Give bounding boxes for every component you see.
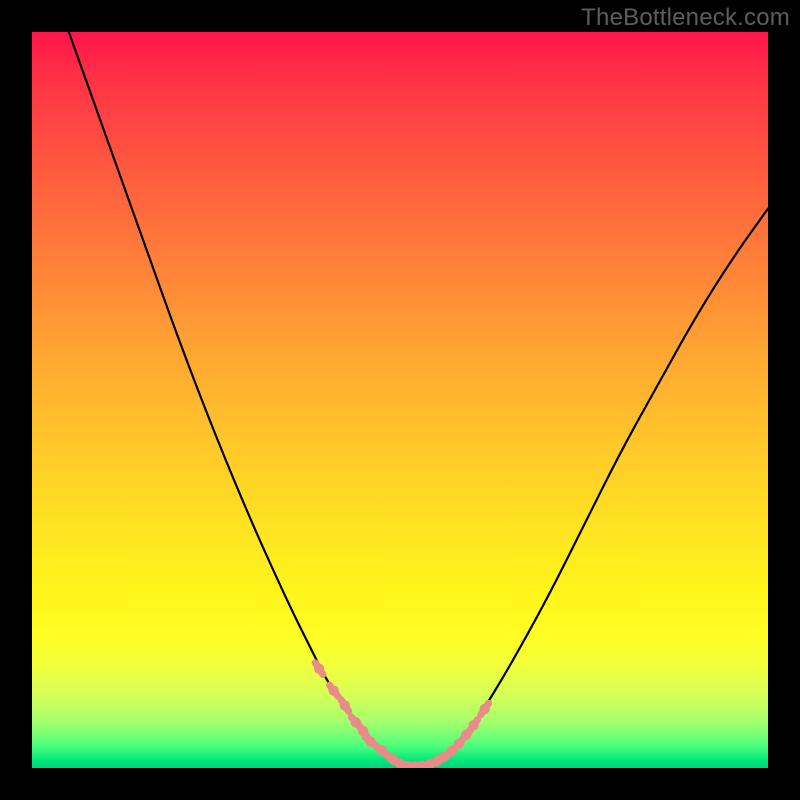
chart-svg <box>32 32 768 768</box>
chart-frame: TheBottleneck.com <box>0 0 800 800</box>
marker-dot <box>358 726 368 736</box>
highlighted-points <box>314 663 490 768</box>
marker-dot <box>329 686 339 696</box>
marker-dot <box>461 730 471 740</box>
marker-dot <box>314 663 324 673</box>
marker-dot <box>454 739 464 749</box>
plot-area <box>32 32 768 768</box>
marker-dot <box>351 717 361 727</box>
marker-dot <box>479 704 489 714</box>
marker-dot <box>446 746 456 756</box>
watermark-label: TheBottleneck.com <box>581 4 790 32</box>
bottleneck-curve <box>69 32 768 766</box>
marker-segments <box>315 663 488 767</box>
marker-dot <box>340 700 350 710</box>
marker-dot <box>365 736 375 746</box>
marker-dot <box>376 745 386 755</box>
marker-dot <box>468 720 478 730</box>
